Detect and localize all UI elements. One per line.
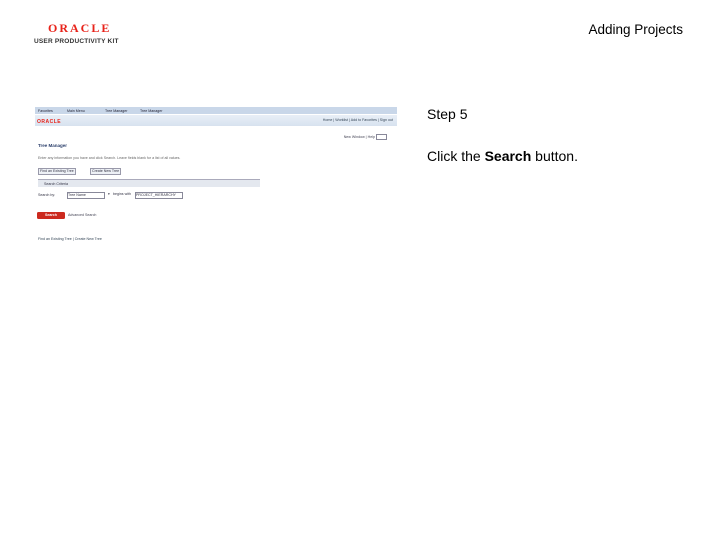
oracle-upk-logo: ORACLE USER PRODUCTIVITY KIT xyxy=(34,22,124,48)
instruction-prefix: Click the xyxy=(427,148,485,164)
screenshot-breadcrumb-bar: Favorites Main Menu Tree Manager Tree Ma… xyxy=(35,107,397,114)
screenshot-oracle-logo: ORACLE xyxy=(37,119,62,125)
screenshot-search-value: PROJECT_HIERARCHY xyxy=(135,192,183,199)
screenshot-search-criteria: Search Criteria xyxy=(38,179,260,187)
screenshot-breadcrumb-item: Tree Manager xyxy=(140,108,163,113)
screenshot-breadcrumb-item: Favorites xyxy=(38,108,53,113)
screenshot-utility-box xyxy=(376,134,387,140)
step-title: Step 5 xyxy=(427,106,468,122)
screenshot-utility-text: New Window | Help xyxy=(343,134,375,139)
document-title: Adding Projects xyxy=(588,22,683,37)
screenshot-search-by-select: Tree Name xyxy=(67,192,105,199)
product-name: USER PRODUCTIVITY KIT xyxy=(34,38,119,45)
screenshot-criteria-label: Search Criteria xyxy=(44,181,68,186)
screenshot-breadcrumb-item: Main Menu xyxy=(67,108,85,113)
screenshot-operator: begins with xyxy=(113,192,131,196)
screenshot-tab-create: Create New Tree xyxy=(90,168,122,175)
instruction-suffix: button. xyxy=(531,148,578,164)
screenshot-header-links: Home | Worklist | Add to Favorites | Sig… xyxy=(322,118,393,122)
instruction-target: Search xyxy=(484,148,532,164)
screenshot-description: Enter any information you have and click… xyxy=(38,156,181,160)
screenshot-utility-links: New Window | Help xyxy=(344,134,387,140)
screenshot-search-by-label: Search by: xyxy=(38,193,56,197)
screenshot-tab-find: Find an Existing Tree xyxy=(38,168,76,175)
screenshot-search-button: Search xyxy=(37,212,65,219)
screenshot-footer-links: Find an Existing Tree | Create New Tree xyxy=(38,237,102,241)
screenshot-header: ORACLE Home | Worklist | Add to Favorite… xyxy=(35,115,397,126)
screenshot-breadcrumb-item: Tree Manager xyxy=(105,108,128,113)
screenshot-advanced-search-link: Advanced Search xyxy=(68,213,97,217)
step-instruction: Click the Search button. xyxy=(427,148,578,164)
step-screenshot: Favorites Main Menu Tree Manager Tree Ma… xyxy=(35,107,397,247)
screenshot-page-heading: Tree Manager xyxy=(38,143,68,148)
screenshot-select-arrow: ▾ xyxy=(108,192,110,197)
oracle-wordmark: ORACLE xyxy=(48,21,112,35)
